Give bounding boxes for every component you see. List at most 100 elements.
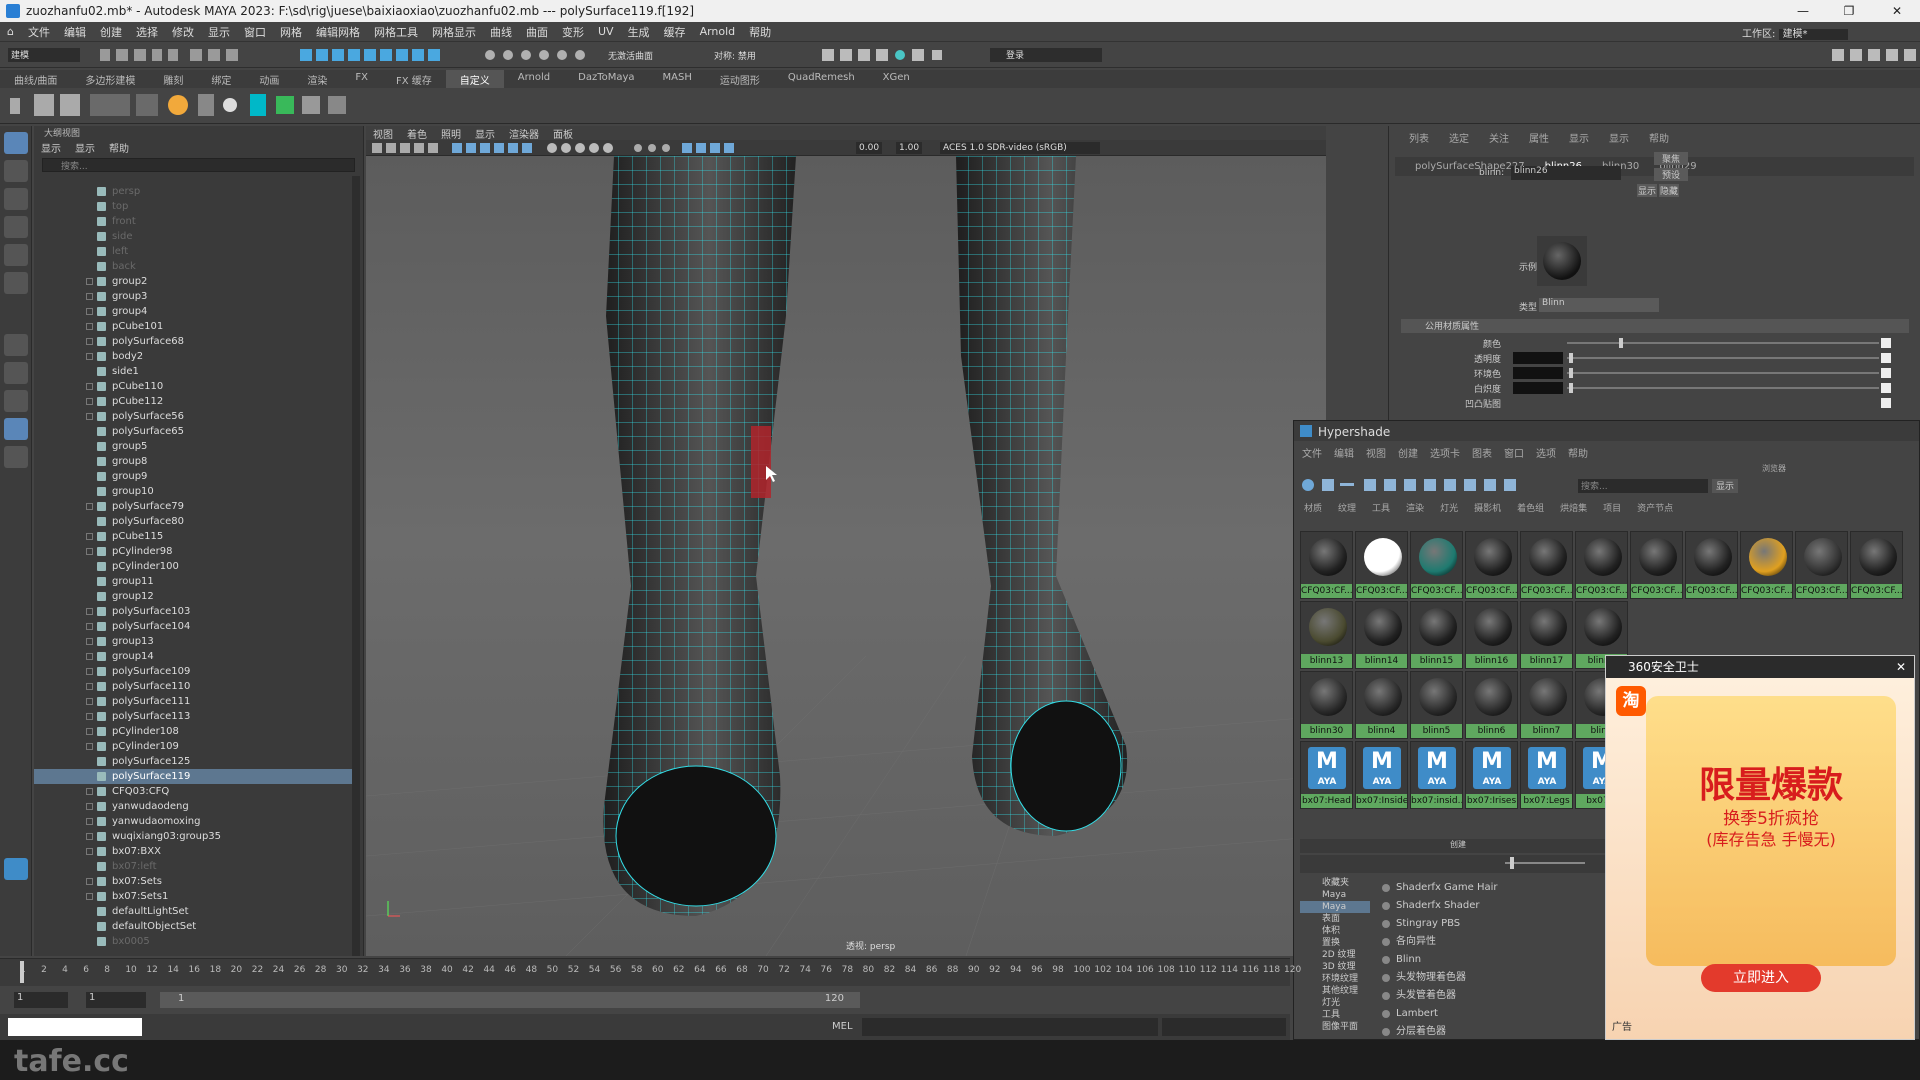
create-node-item[interactable]: Stingray PBS bbox=[1376, 915, 1596, 933]
blinn-name-field[interactable]: blinn26 bbox=[1511, 166, 1621, 180]
no-live-surface-label[interactable]: 无激活曲面 bbox=[608, 49, 653, 62]
expand-toggle-icon[interactable] bbox=[86, 803, 93, 810]
expand-toggle-icon[interactable] bbox=[86, 323, 93, 330]
menu-item-3[interactable]: 选择 bbox=[129, 24, 165, 40]
viewport-menu-4[interactable]: 渲染器 bbox=[502, 126, 546, 141]
expand-toggle-icon[interactable] bbox=[86, 338, 93, 345]
outliner-row[interactable]: polySurface111 bbox=[34, 694, 354, 709]
hypershade-search[interactable]: 搜索... bbox=[1578, 479, 1708, 493]
viewport-scene[interactable] bbox=[366, 156, 1326, 956]
outliner-row[interactable]: polySurface125 bbox=[34, 754, 354, 769]
minimize-button[interactable]: — bbox=[1780, 0, 1826, 22]
outliner-row[interactable]: polySurface68 bbox=[34, 334, 354, 349]
outliner-row[interactable]: group2 bbox=[34, 274, 354, 289]
create-category[interactable]: 置换 bbox=[1300, 937, 1370, 949]
expand-toggle-icon[interactable] bbox=[86, 308, 93, 315]
expand-toggle-icon[interactable] bbox=[86, 353, 93, 360]
create-category[interactable]: 工具 bbox=[1300, 1009, 1370, 1021]
expand-toggle-icon[interactable] bbox=[86, 653, 93, 660]
attribute-slider[interactable] bbox=[1567, 387, 1879, 389]
color-swatch[interactable] bbox=[1513, 337, 1563, 349]
outliner-row[interactable]: front bbox=[34, 214, 354, 229]
outliner-row[interactable]: group13 bbox=[34, 634, 354, 649]
menu-item-4[interactable]: 修改 bbox=[165, 24, 201, 40]
menu-item-18[interactable]: 帮助 bbox=[742, 24, 778, 40]
create-category[interactable]: 其他纹理 bbox=[1300, 985, 1370, 997]
outliner-row[interactable]: polySurface113 bbox=[34, 709, 354, 724]
common-material-section[interactable]: 公用材质属性 bbox=[1401, 319, 1909, 333]
shelf-tab-14[interactable]: XGen bbox=[869, 70, 924, 88]
outliner-row[interactable]: pCube110 bbox=[34, 379, 354, 394]
hypershade-menu-5[interactable]: 图表 bbox=[1466, 445, 1498, 460]
menu-item-9[interactable]: 网格工具 bbox=[367, 24, 425, 40]
expand-toggle-icon[interactable] bbox=[86, 788, 93, 795]
outliner-row[interactable]: pCylinder100 bbox=[34, 559, 354, 574]
shelf-tab-1[interactable]: 多边形建模 bbox=[71, 70, 149, 88]
select-tool-icon[interactable] bbox=[4, 132, 28, 154]
material-swatch[interactable]: blinn15 bbox=[1410, 601, 1463, 669]
hypershade-menu-7[interactable]: 选项 bbox=[1530, 445, 1562, 460]
menu-item-15[interactable]: 生成 bbox=[621, 24, 657, 40]
expand-toggle-icon[interactable] bbox=[86, 743, 93, 750]
create-node-item[interactable]: 各向异性 bbox=[1376, 933, 1596, 951]
outliner-row[interactable]: pCube101 bbox=[34, 319, 354, 334]
hypershade-menu-2[interactable]: 视图 bbox=[1360, 445, 1392, 460]
outliner-menu-2[interactable]: 帮助 bbox=[102, 140, 136, 156]
outliner-row[interactable]: group10 bbox=[34, 484, 354, 499]
create-node-item[interactable]: 头发管着色器 bbox=[1376, 987, 1596, 1005]
outliner-row[interactable]: pCylinder109 bbox=[34, 739, 354, 754]
hypershade-tab-7[interactable]: 烘焙集 bbox=[1552, 501, 1595, 514]
map-button-icon[interactable] bbox=[1881, 338, 1891, 348]
outliner-row[interactable]: polySurface103 bbox=[34, 604, 354, 619]
menu-item-1[interactable]: 编辑 bbox=[57, 24, 93, 40]
expand-toggle-icon[interactable] bbox=[86, 683, 93, 690]
hypershade-menu-3[interactable]: 创建 bbox=[1392, 445, 1424, 460]
expand-toggle-icon[interactable] bbox=[86, 893, 93, 900]
outliner-row[interactable]: bx07:BXX bbox=[34, 844, 354, 859]
range-bar[interactable]: 1 120 bbox=[160, 992, 860, 1008]
viewport-menu-0[interactable]: 视图 bbox=[366, 126, 400, 141]
hypershade-menu-8[interactable]: 帮助 bbox=[1562, 445, 1594, 460]
outliner-row[interactable]: side1 bbox=[34, 364, 354, 379]
material-swatch[interactable]: CFQ03:CF... bbox=[1355, 531, 1408, 599]
material-swatch[interactable]: M AYA bx07:insid... bbox=[1410, 741, 1463, 809]
material-swatch[interactable]: blinn4 bbox=[1355, 671, 1408, 739]
outliner-menu-1[interactable]: 显示 bbox=[68, 140, 102, 156]
expand-toggle-icon[interactable] bbox=[86, 293, 93, 300]
hide-button[interactable]: 隐藏 bbox=[1659, 184, 1679, 197]
slider-handle[interactable] bbox=[1569, 383, 1573, 393]
map-button-icon[interactable] bbox=[1881, 353, 1891, 363]
expand-toggle-icon[interactable] bbox=[86, 398, 93, 405]
outliner-row[interactable]: body2 bbox=[34, 349, 354, 364]
colorspace-dropdown[interactable]: ACES 1.0 SDR-video (sRGB) bbox=[940, 142, 1100, 154]
symmetry-dropdown[interactable]: 对称: 禁用 bbox=[714, 49, 756, 62]
maximize-button[interactable]: ❐ bbox=[1826, 0, 1872, 22]
map-button-icon[interactable] bbox=[1881, 383, 1891, 393]
current-frame-marker[interactable] bbox=[20, 961, 24, 983]
scale-tool-icon[interactable] bbox=[4, 272, 28, 294]
create-panel-search[interactable] bbox=[1300, 855, 1616, 873]
attribute-slider[interactable] bbox=[1567, 372, 1879, 374]
expand-toggle-icon[interactable] bbox=[86, 383, 93, 390]
slider-handle[interactable] bbox=[1569, 353, 1573, 363]
expand-toggle-icon[interactable] bbox=[86, 728, 93, 735]
shelf-tab-13[interactable]: QuadRemesh bbox=[774, 70, 869, 88]
material-swatch[interactable]: blinn7 bbox=[1520, 671, 1573, 739]
material-swatch[interactable]: CFQ03:CF... bbox=[1520, 531, 1573, 599]
rotate-tool-icon[interactable] bbox=[4, 244, 28, 266]
material-swatch[interactable]: M AYA bx07:Inside bbox=[1355, 741, 1408, 809]
expand-toggle-icon[interactable] bbox=[86, 548, 93, 555]
material-swatch[interactable]: blinn30 bbox=[1300, 671, 1353, 739]
outliner-row[interactable]: wuqixiang03:group35 bbox=[34, 829, 354, 844]
four-view-icon[interactable] bbox=[4, 362, 28, 384]
material-swatch[interactable]: CFQ03:CF... bbox=[1465, 531, 1518, 599]
viewport-toolbar-icons[interactable] bbox=[372, 142, 852, 154]
outliner-layout-icon[interactable] bbox=[4, 418, 28, 440]
material-swatch[interactable]: blinn17 bbox=[1520, 601, 1573, 669]
presets-button[interactable]: 预设 bbox=[1654, 168, 1688, 181]
material-swatch[interactable]: blinn6 bbox=[1465, 671, 1518, 739]
color-swatch[interactable] bbox=[1513, 367, 1563, 379]
mel-input[interactable] bbox=[862, 1018, 1158, 1036]
exposure-field[interactable]: 1.00 bbox=[896, 142, 923, 154]
outliner-row[interactable]: group4 bbox=[34, 304, 354, 319]
